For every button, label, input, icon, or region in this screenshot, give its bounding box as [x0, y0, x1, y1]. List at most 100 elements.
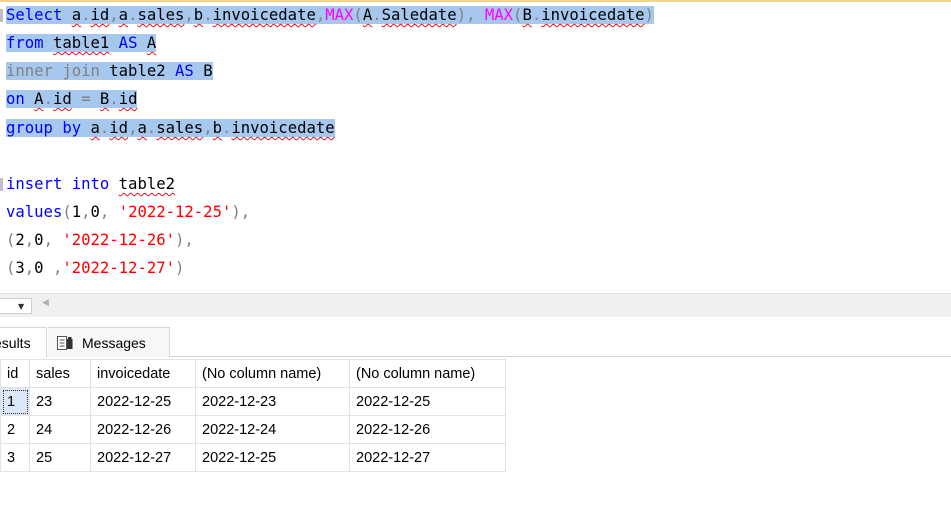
- table-cell[interactable]: 2022-12-23: [195, 387, 350, 416]
- code-token: id: [109, 119, 129, 137]
- code-token: A: [34, 90, 44, 108]
- row-number[interactable]: 1: [0, 387, 30, 416]
- code-token: ,: [109, 6, 119, 24]
- code-token: inner join: [6, 62, 110, 80]
- code-token: (: [62, 203, 72, 221]
- row-number[interactable]: 2: [0, 415, 30, 444]
- table-row[interactable]: 1 23 2022-12-25 2022-12-23 2022-12-25: [0, 387, 506, 416]
- code-token: (: [6, 231, 16, 249]
- code-line: inner join table2 AS B: [6, 58, 213, 84]
- code-token: ,: [24, 259, 35, 277]
- code-token: B: [203, 62, 213, 80]
- code-token: insert into: [6, 175, 119, 193]
- code-token: ,: [315, 6, 326, 24]
- code-token: ),: [456, 6, 485, 24]
- code-token: table2: [118, 175, 176, 193]
- code-token: .: [531, 6, 542, 24]
- tab-results-label: esults: [0, 335, 31, 351]
- code-token: values: [6, 203, 63, 221]
- code-line: group by a.id,a.sales,b.invoicedate: [6, 115, 335, 141]
- code-token: b: [212, 119, 222, 137]
- code-token: a: [71, 6, 82, 24]
- code-token: '2022-12-25': [118, 203, 232, 221]
- table-cell[interactable]: 2022-12-26: [90, 415, 196, 444]
- code-token: B: [99, 90, 110, 108]
- code-token: id: [118, 90, 138, 108]
- table-cell[interactable]: 2022-12-27: [90, 443, 196, 472]
- code-token: ,: [184, 6, 194, 24]
- column-header[interactable]: (No column name): [195, 359, 350, 388]
- code-token: ,: [99, 203, 119, 221]
- code-token: (: [353, 6, 363, 24]
- query-editor[interactable]: Select a.id,a.sales,b.invoicedate,MAX(A.…: [0, 0, 951, 293]
- code-token: ,: [81, 203, 91, 221]
- code-line: values(1,0, '2022-12-25'),: [6, 199, 250, 225]
- code-line: Select a.id,a.sales,b.invoicedate,MAX(A.…: [6, 2, 654, 28]
- code-token: table2: [109, 62, 166, 80]
- column-header[interactable]: invoicedate: [90, 359, 196, 388]
- table-cell[interactable]: 2022-12-25: [90, 387, 196, 416]
- table-cell[interactable]: 2022-12-26: [349, 415, 506, 444]
- code-token: Saledate: [381, 6, 457, 24]
- code-token: Select: [6, 6, 72, 24]
- fold-marker[interactable]: [0, 9, 3, 22]
- tab-messages[interactable]: Messages: [48, 327, 170, 357]
- code-token: ): [644, 6, 654, 24]
- code-token: .: [99, 119, 110, 137]
- column-header[interactable]: id: [0, 359, 30, 388]
- code-line: (2,0, '2022-12-26'),: [6, 227, 194, 253]
- code-token: '2022-12-26': [62, 231, 176, 249]
- code-token: AS: [165, 62, 204, 80]
- code-line: from table1 AS A: [6, 30, 157, 56]
- code-token: MAX: [484, 6, 514, 24]
- code-token: a: [90, 119, 100, 137]
- code-token: 1: [71, 203, 82, 221]
- code-token: a: [118, 6, 129, 24]
- results-grid[interactable]: id sales invoicedate (No column name) (N…: [0, 359, 951, 529]
- code-token: =: [71, 90, 100, 108]
- code-token: ),: [175, 231, 194, 249]
- code-token: sales: [137, 6, 185, 24]
- column-header[interactable]: (No column name): [349, 359, 506, 388]
- code-token: .: [221, 119, 232, 137]
- tab-messages-label: Messages: [82, 335, 146, 351]
- code-token: ,: [43, 259, 63, 277]
- code-token: B: [522, 6, 532, 24]
- scroll-left-icon[interactable]: ◀: [42, 298, 49, 308]
- table-cell[interactable]: 2022-12-24: [195, 415, 350, 444]
- row-number[interactable]: 3: [0, 443, 30, 472]
- code-token: ),: [231, 203, 251, 221]
- results-table: id sales invoicedate (No column name) (N…: [0, 359, 506, 472]
- code-token: a: [137, 119, 147, 137]
- code-token: .: [146, 119, 157, 137]
- table-cell[interactable]: 2022-12-27: [349, 443, 506, 472]
- code-token: invoicedate: [541, 6, 645, 24]
- table-cell[interactable]: 24: [29, 415, 91, 444]
- code-token: from: [6, 34, 53, 52]
- tab-results[interactable]: esults: [0, 327, 47, 357]
- code-line: insert into table2: [6, 171, 175, 197]
- code-token: ,: [203, 119, 213, 137]
- code-token: 3: [15, 259, 25, 277]
- table-row[interactable]: 3 25 2022-12-27 2022-12-25 2022-12-27: [0, 443, 506, 472]
- code-token: .: [372, 6, 382, 24]
- column-header[interactable]: sales: [29, 359, 91, 388]
- table-cell[interactable]: 2022-12-25: [195, 443, 350, 472]
- table-cell[interactable]: 2022-12-25: [349, 387, 506, 416]
- table-row[interactable]: 2 24 2022-12-26 2022-12-24 2022-12-26: [0, 415, 506, 444]
- code-token: group by: [6, 119, 91, 137]
- table-cell[interactable]: 23: [29, 387, 91, 416]
- chevron-down-icon: ▼: [18, 302, 25, 311]
- code-token: AS: [109, 34, 147, 52]
- code-token: (: [6, 259, 16, 277]
- results-tab-strip: esults Messages: [0, 317, 951, 357]
- table-cell[interactable]: 25: [29, 443, 91, 472]
- code-token: ,: [43, 231, 63, 249]
- zoom-dropdown[interactable]: ▼: [0, 298, 32, 314]
- fold-marker[interactable]: [0, 178, 3, 191]
- code-token: on: [6, 90, 35, 108]
- header-row: id sales invoicedate (No column name) (N…: [0, 359, 506, 388]
- code-token: 0: [34, 231, 44, 249]
- code-token: MAX: [325, 6, 354, 24]
- code-token: A: [362, 6, 373, 24]
